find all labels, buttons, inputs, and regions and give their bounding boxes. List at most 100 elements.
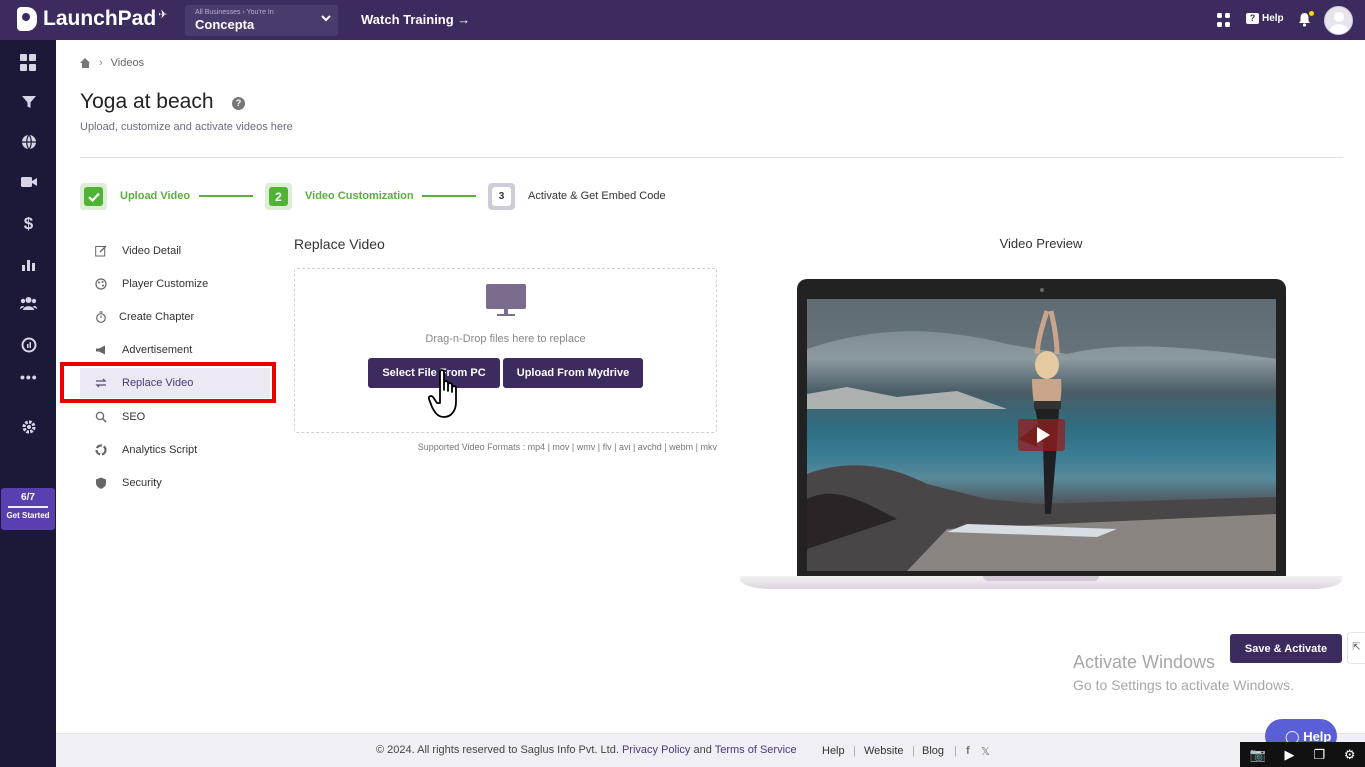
replace-video-title: Replace Video (294, 236, 385, 252)
help-question-icon: ? (1246, 13, 1259, 24)
chart-pie-icon (95, 444, 107, 456)
page-title: Yoga at beach (80, 90, 214, 113)
apps-grid-icon[interactable] (1217, 13, 1231, 27)
menu-label: Video Detail (122, 245, 182, 257)
app-name: LaunchPad (43, 7, 157, 30)
x-twitter-icon[interactable]: 𝕏 (981, 745, 990, 758)
business-selector-caption: All Businesses › You're In (195, 9, 274, 16)
analytics-gauge-icon[interactable] (20, 337, 37, 354)
menu-item-player-customize[interactable]: Player Customize (80, 269, 270, 299)
upload-mydrive-button[interactable]: Upload From Mydrive (503, 358, 643, 388)
notification-dot (1309, 11, 1314, 16)
windows-activation-title: Activate Windows (1073, 652, 1216, 672)
menu-label: Create Chapter (119, 311, 195, 323)
main-sidebar: $ ••• 6/7 Get Started (0, 40, 56, 767)
footer-separator: | (954, 745, 957, 757)
funnel-icon[interactable] (20, 94, 37, 111)
get-started-count: 6/7 (21, 492, 35, 503)
play-button-icon[interactable] (1018, 419, 1065, 451)
app-logo[interactable]: LaunchPad ✈ (17, 7, 167, 31)
megaphone-icon (95, 344, 107, 356)
step-connector-1 (199, 195, 253, 197)
edit-icon (95, 245, 107, 257)
tray-gear-icon[interactable]: ⚙ (1344, 747, 1356, 763)
user-avatar[interactable] (1324, 6, 1353, 35)
terms-link[interactable]: Terms of Service (715, 744, 797, 756)
monitor-icon (486, 284, 526, 316)
more-dots-icon[interactable]: ••• (20, 369, 37, 386)
hand-cursor-icon (427, 368, 472, 424)
camera-icon[interactable]: 📷 (1249, 747, 1265, 763)
question-circle-icon[interactable]: ? (232, 97, 245, 110)
save-activate-button[interactable]: Save & Activate (1230, 634, 1342, 663)
step-3-number: 3 (492, 187, 511, 206)
globe-icon[interactable] (20, 134, 37, 151)
menu-item-analytics-script[interactable]: Analytics Script (80, 435, 270, 465)
breadcrumb-separator-icon: › (99, 57, 103, 69)
window-copy-icon[interactable]: ❐ (1313, 747, 1325, 763)
help-button[interactable]: ? Help (1246, 13, 1284, 24)
step-1-box[interactable] (80, 183, 107, 210)
shield-icon (95, 477, 107, 489)
drop-zone-text: Drag-n-Drop files here to replace (425, 333, 586, 345)
step-3-box[interactable]: 3 (488, 183, 515, 210)
top-bar: LaunchPad ✈ All Businesses › You're In C… (0, 0, 1365, 40)
rocket-icon: ✈ (158, 8, 168, 21)
footer-help-link[interactable]: Help (822, 745, 845, 757)
timer-icon (95, 311, 107, 323)
step-2-label[interactable]: Video Customization (305, 190, 414, 202)
menu-item-security[interactable]: Security (80, 468, 270, 498)
red-highlight-box (60, 362, 276, 403)
business-selector[interactable]: All Businesses › You're In Concepta (185, 5, 338, 36)
page-subtitle: Upload, customize and activate videos he… (80, 121, 293, 133)
footer-website-link[interactable]: Website (864, 745, 904, 757)
help-label: Help (1262, 13, 1284, 24)
facebook-icon[interactable]: f (966, 745, 970, 757)
menu-item-seo[interactable]: SEO (80, 402, 270, 432)
dashboard-icon[interactable] (20, 54, 37, 71)
and-text: and (693, 744, 712, 756)
home-icon[interactable] (80, 58, 91, 68)
chevron-down-icon (320, 12, 332, 27)
check-icon (84, 187, 103, 206)
menu-item-advertisement[interactable]: Advertisement (80, 335, 270, 365)
step-1-label[interactable]: Upload Video (120, 190, 190, 202)
business-name: Concepta (195, 17, 255, 32)
footer-separator: | (853, 745, 856, 757)
breadcrumb: › Videos (80, 57, 144, 69)
video-camera-icon[interactable] (20, 175, 37, 192)
video-preview-title: Video Preview (999, 236, 1083, 251)
dollar-icon[interactable]: $ (20, 215, 37, 232)
launchpad-logo-icon (17, 7, 37, 31)
screen-recorder-tray: 📷 ▶ ❐ ⚙ (1240, 742, 1365, 767)
gear-icon[interactable] (20, 419, 37, 436)
users-group-icon[interactable] (20, 296, 37, 313)
menu-label: SEO (122, 411, 146, 423)
menu-item-video-detail[interactable]: Video Detail (80, 236, 270, 266)
footer-copyright: © 2024. All rights reserved to Saglus In… (376, 744, 797, 756)
step-2-box[interactable]: 2 (265, 183, 292, 210)
menu-label: Player Customize (122, 278, 209, 290)
step-connector-2 (422, 195, 476, 197)
watch-training-link[interactable]: Watch Training → (361, 12, 470, 27)
supported-formats-text: Supported Video Formats : mp4 | mov | wm… (417, 442, 717, 452)
get-started-label: Get Started (6, 511, 50, 520)
camera-dot (1040, 288, 1044, 292)
side-collapse-tab[interactable]: ⇱ (1347, 632, 1365, 664)
footer-blog-link[interactable]: Blog (922, 745, 944, 757)
breadcrumb-current[interactable]: Videos (111, 57, 144, 69)
get-started-bar (8, 506, 48, 508)
get-started-progress[interactable]: 6/7 Get Started (1, 488, 55, 530)
video-record-icon[interactable]: ▶ (1285, 747, 1295, 763)
footer-separator: | (912, 745, 915, 757)
privacy-policy-link[interactable]: Privacy Policy (622, 744, 690, 756)
palette-icon (95, 278, 107, 290)
bar-chart-icon[interactable] (20, 256, 37, 273)
menu-label: Advertisement (122, 344, 193, 356)
menu-item-create-chapter[interactable]: Create Chapter (80, 302, 270, 332)
menu-label: Analytics Script (122, 444, 198, 456)
menu-label: Security (122, 477, 162, 489)
header-divider (80, 157, 1343, 158)
copyright-text: © 2024. All rights reserved to Saglus In… (376, 744, 619, 756)
step-3-label[interactable]: Activate & Get Embed Code (528, 190, 666, 202)
